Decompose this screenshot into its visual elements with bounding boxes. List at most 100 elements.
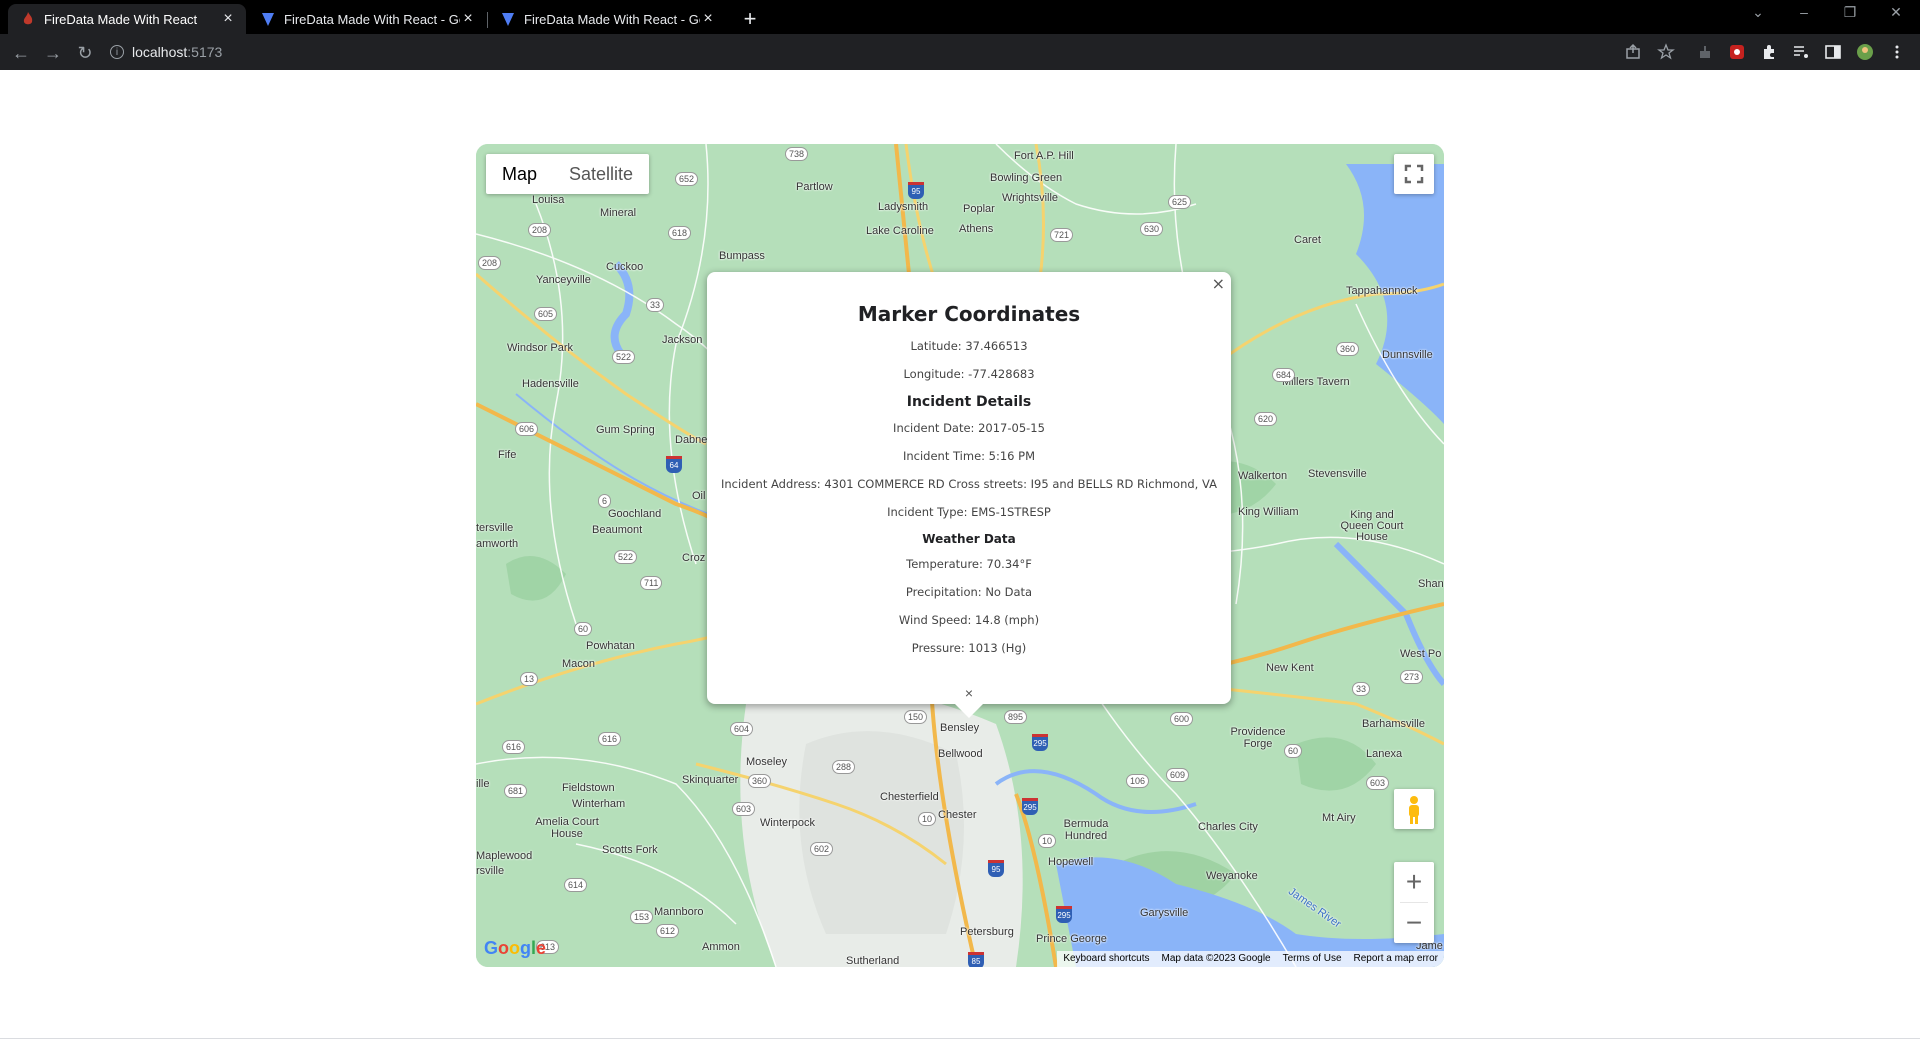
browser-toolbar: ← → ↻ i localhost:5173 [0, 34, 1920, 70]
place-label: Jackson [662, 334, 703, 346]
route-shield: 625 [1168, 195, 1192, 209]
keyboard-shortcuts-link[interactable]: Keyboard shortcuts [1057, 951, 1155, 967]
zoom-out-button[interactable]: − [1394, 903, 1434, 943]
route-shield: 600 [1170, 712, 1194, 726]
terms-link[interactable]: Terms of Use [1277, 951, 1348, 967]
route-shield: 603 [732, 802, 756, 816]
forward-arrow-icon[interactable]: → [42, 42, 64, 64]
route-shield: 614 [564, 878, 588, 892]
route-shield: 721 [1050, 228, 1074, 242]
place-label: Fife [498, 449, 517, 461]
media-queue-icon[interactable] [1792, 43, 1810, 61]
side-panel-icon[interactable] [1824, 43, 1842, 61]
place-label: Skinquarter [682, 774, 739, 786]
vite-favicon-icon [262, 13, 274, 26]
interstate-shield: 295 [1032, 734, 1048, 751]
place-label: Maplewood [476, 850, 533, 862]
new-tab-button[interactable]: + [738, 6, 762, 32]
tab-close-icon[interactable]: × [700, 10, 716, 28]
info-window-close-icon[interactable]: × [1212, 274, 1225, 293]
place-label: King and Queen Court House [1340, 509, 1404, 543]
route-shield: 620 [1254, 412, 1278, 426]
place-label: New Kent [1266, 662, 1314, 674]
route-shield: 33 [1352, 682, 1371, 696]
place-label: Poplar [963, 203, 995, 215]
place-label: King William [1238, 506, 1299, 518]
map-type-satellite-button[interactable]: Satellite [553, 154, 649, 194]
route-shield: 273 [1400, 670, 1424, 684]
place-label: Croz [682, 552, 706, 564]
map-type-map-button[interactable]: Map [486, 154, 553, 194]
route-shield: 522 [612, 350, 636, 364]
route-shield: 609 [1166, 768, 1190, 782]
tab-firedata-active[interactable]: FireData Made With React × [8, 4, 246, 34]
tab-close-icon[interactable]: × [460, 10, 476, 28]
tab-search-chevron-icon[interactable]: ⌄ [1748, 4, 1768, 21]
place-label: Beaumont [592, 524, 643, 536]
place-label: Walkerton [1238, 470, 1288, 482]
place-label: Cuckoo [606, 261, 644, 273]
place-label: Gum Spring [596, 424, 655, 436]
incident-type-text: Incident Type: EMS-1STRESP [887, 505, 1051, 519]
profile-avatar-icon[interactable] [1856, 43, 1874, 61]
tab-firedata-3[interactable]: FireData Made With React - Goo × [488, 4, 726, 34]
place-label: Ladysmith [878, 201, 929, 213]
route-shield: 738 [785, 147, 809, 161]
interstate-shield: 295 [1056, 906, 1072, 923]
interstate-shield: 295 [1022, 798, 1038, 815]
extensions-puzzle-icon[interactable] [1760, 43, 1778, 61]
route-shield: 630 [1140, 222, 1164, 236]
zoom-in-button[interactable]: + [1394, 862, 1434, 902]
fullscreen-icon [1404, 164, 1424, 184]
place-label: Partlow [796, 181, 833, 193]
route-shield: 605 [534, 307, 558, 321]
address-bar[interactable]: i localhost:5173 [110, 40, 1230, 64]
google-logo: Google [484, 938, 547, 958]
route-shield: 60 [574, 622, 593, 636]
place-label: Garysville [1140, 907, 1189, 919]
place-label: Fort A.P. Hill [1014, 150, 1074, 162]
weather-heading: Weather Data [922, 532, 1016, 546]
restore-icon[interactable]: ❐ [1840, 4, 1860, 21]
marker-info-window: × Marker Coordinates Latitude: 37.466513… [707, 272, 1231, 718]
minimize-icon[interactable]: – [1794, 4, 1814, 20]
pegman-icon [1409, 796, 1419, 824]
place-label: Dabne [675, 434, 708, 446]
place-label: Barhamsville [1362, 718, 1425, 730]
vite-favicon-icon [502, 13, 514, 26]
route-shield: 684 [1272, 368, 1296, 382]
fullscreen-button[interactable] [1394, 154, 1434, 194]
tab-close-icon[interactable]: × [220, 10, 236, 28]
place-label: Bumpass [719, 250, 765, 262]
place-label: Athens [959, 223, 994, 235]
wind-speed-text: Wind Speed: 14.8 (mph) [898, 613, 1040, 627]
street-view-pegman-button[interactable] [1394, 789, 1434, 829]
share-icon[interactable] [1624, 43, 1642, 61]
incident-time-text: Incident Time: 5:16 PM [902, 449, 1036, 463]
bookmark-star-icon[interactable] [1657, 43, 1675, 61]
close-window-icon[interactable]: ✕ [1886, 4, 1906, 21]
route-shield: 606 [515, 422, 539, 436]
report-map-error-link[interactable]: Report a map error [1348, 951, 1444, 967]
extension-download-icon[interactable] [1696, 43, 1714, 61]
kebab-menu-icon[interactable] [1888, 43, 1906, 61]
place-label: Winterpock [760, 817, 816, 829]
marker-close-icon[interactable]: × [956, 680, 982, 706]
route-shield: 150 [904, 710, 928, 724]
map-type-control: Map Satellite [486, 154, 650, 194]
tab-firedata-2[interactable]: FireData Made With React - Goo × [248, 4, 486, 34]
place-label: Charles City [1198, 821, 1258, 833]
site-info-icon[interactable]: i [110, 45, 124, 59]
precipitation-text: Precipitation: No Data [905, 585, 1033, 599]
back-arrow-icon[interactable]: ← [10, 42, 32, 64]
extension-red-icon[interactable] [1728, 43, 1746, 61]
reload-icon[interactable]: ↻ [74, 42, 96, 64]
place-label: Chester [938, 809, 977, 821]
longitude-text: Longitude: -77.428683 [903, 367, 1035, 381]
place-label: Weyanoke [1206, 870, 1258, 882]
route-shield: 652 [675, 172, 699, 186]
place-label: Yanceyville [536, 274, 591, 286]
route-shield: 616 [598, 732, 622, 746]
place-label: Shan [1418, 578, 1444, 590]
place-label: Fieldstown [562, 782, 615, 794]
